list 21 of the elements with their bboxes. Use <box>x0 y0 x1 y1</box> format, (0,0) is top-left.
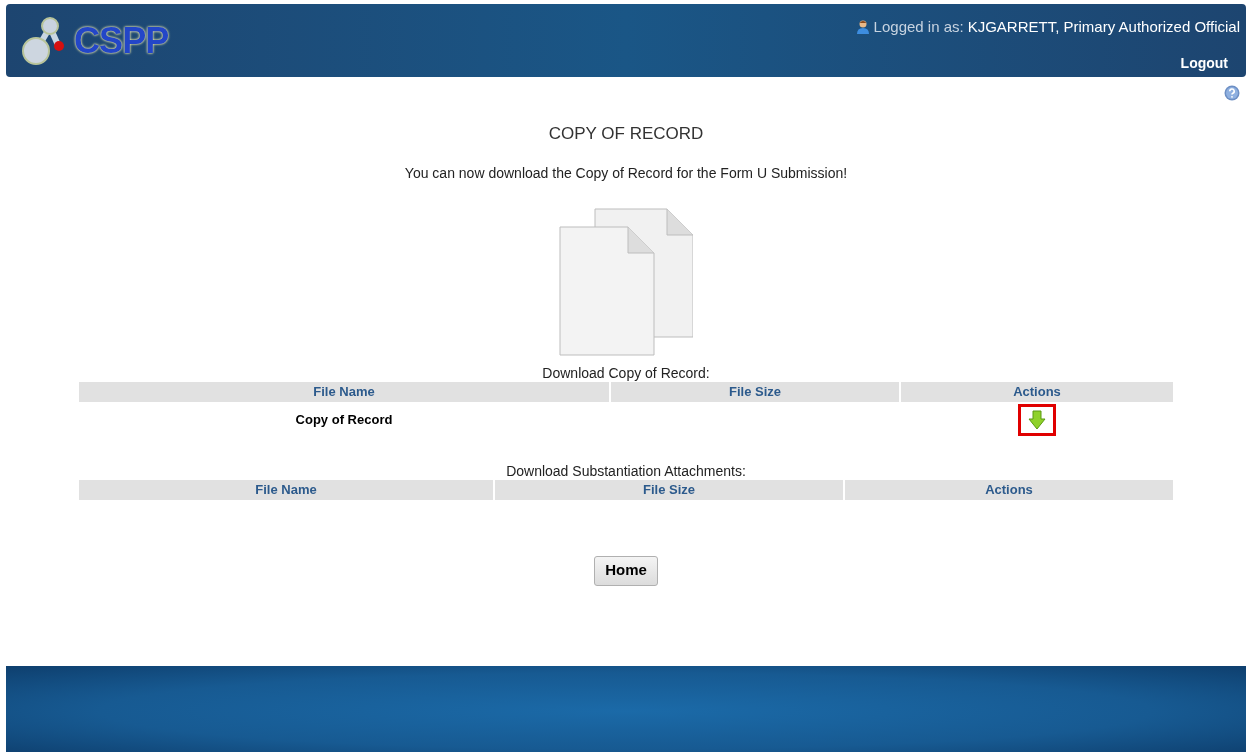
table-caption: Download Substantiation Attachments: <box>506 461 746 480</box>
download-button[interactable] <box>1018 403 1056 436</box>
page-title: COPY OF RECORD <box>548 123 704 145</box>
help-icon[interactable] <box>1224 85 1240 101</box>
column-header: File Size <box>611 381 899 402</box>
logo-text: CSPP <box>74 18 169 63</box>
table-cell: Copy of Record <box>295 411 393 427</box>
column-header: Actions <box>845 479 1173 500</box>
home-button[interactable]: Home <box>594 555 658 586</box>
column-header: File Size <box>495 479 843 500</box>
column-header: File Name <box>79 381 609 402</box>
user-label: Logged in as: <box>873 17 964 37</box>
user-icon <box>855 20 870 35</box>
download-arrow-icon <box>1028 409 1046 430</box>
documents-icon <box>559 207 693 356</box>
user-name: KJGARRETT, Primary Authorized Official <box>967 17 1240 37</box>
logout-link[interactable]: Logout <box>1180 52 1228 74</box>
column-header: File Name <box>79 479 493 500</box>
column-header: Actions <box>901 381 1173 402</box>
page-message: You can now download the Copy of Record for the Form U Submission! <box>404 163 848 183</box>
table-caption: Download Copy of Record: <box>542 363 710 382</box>
